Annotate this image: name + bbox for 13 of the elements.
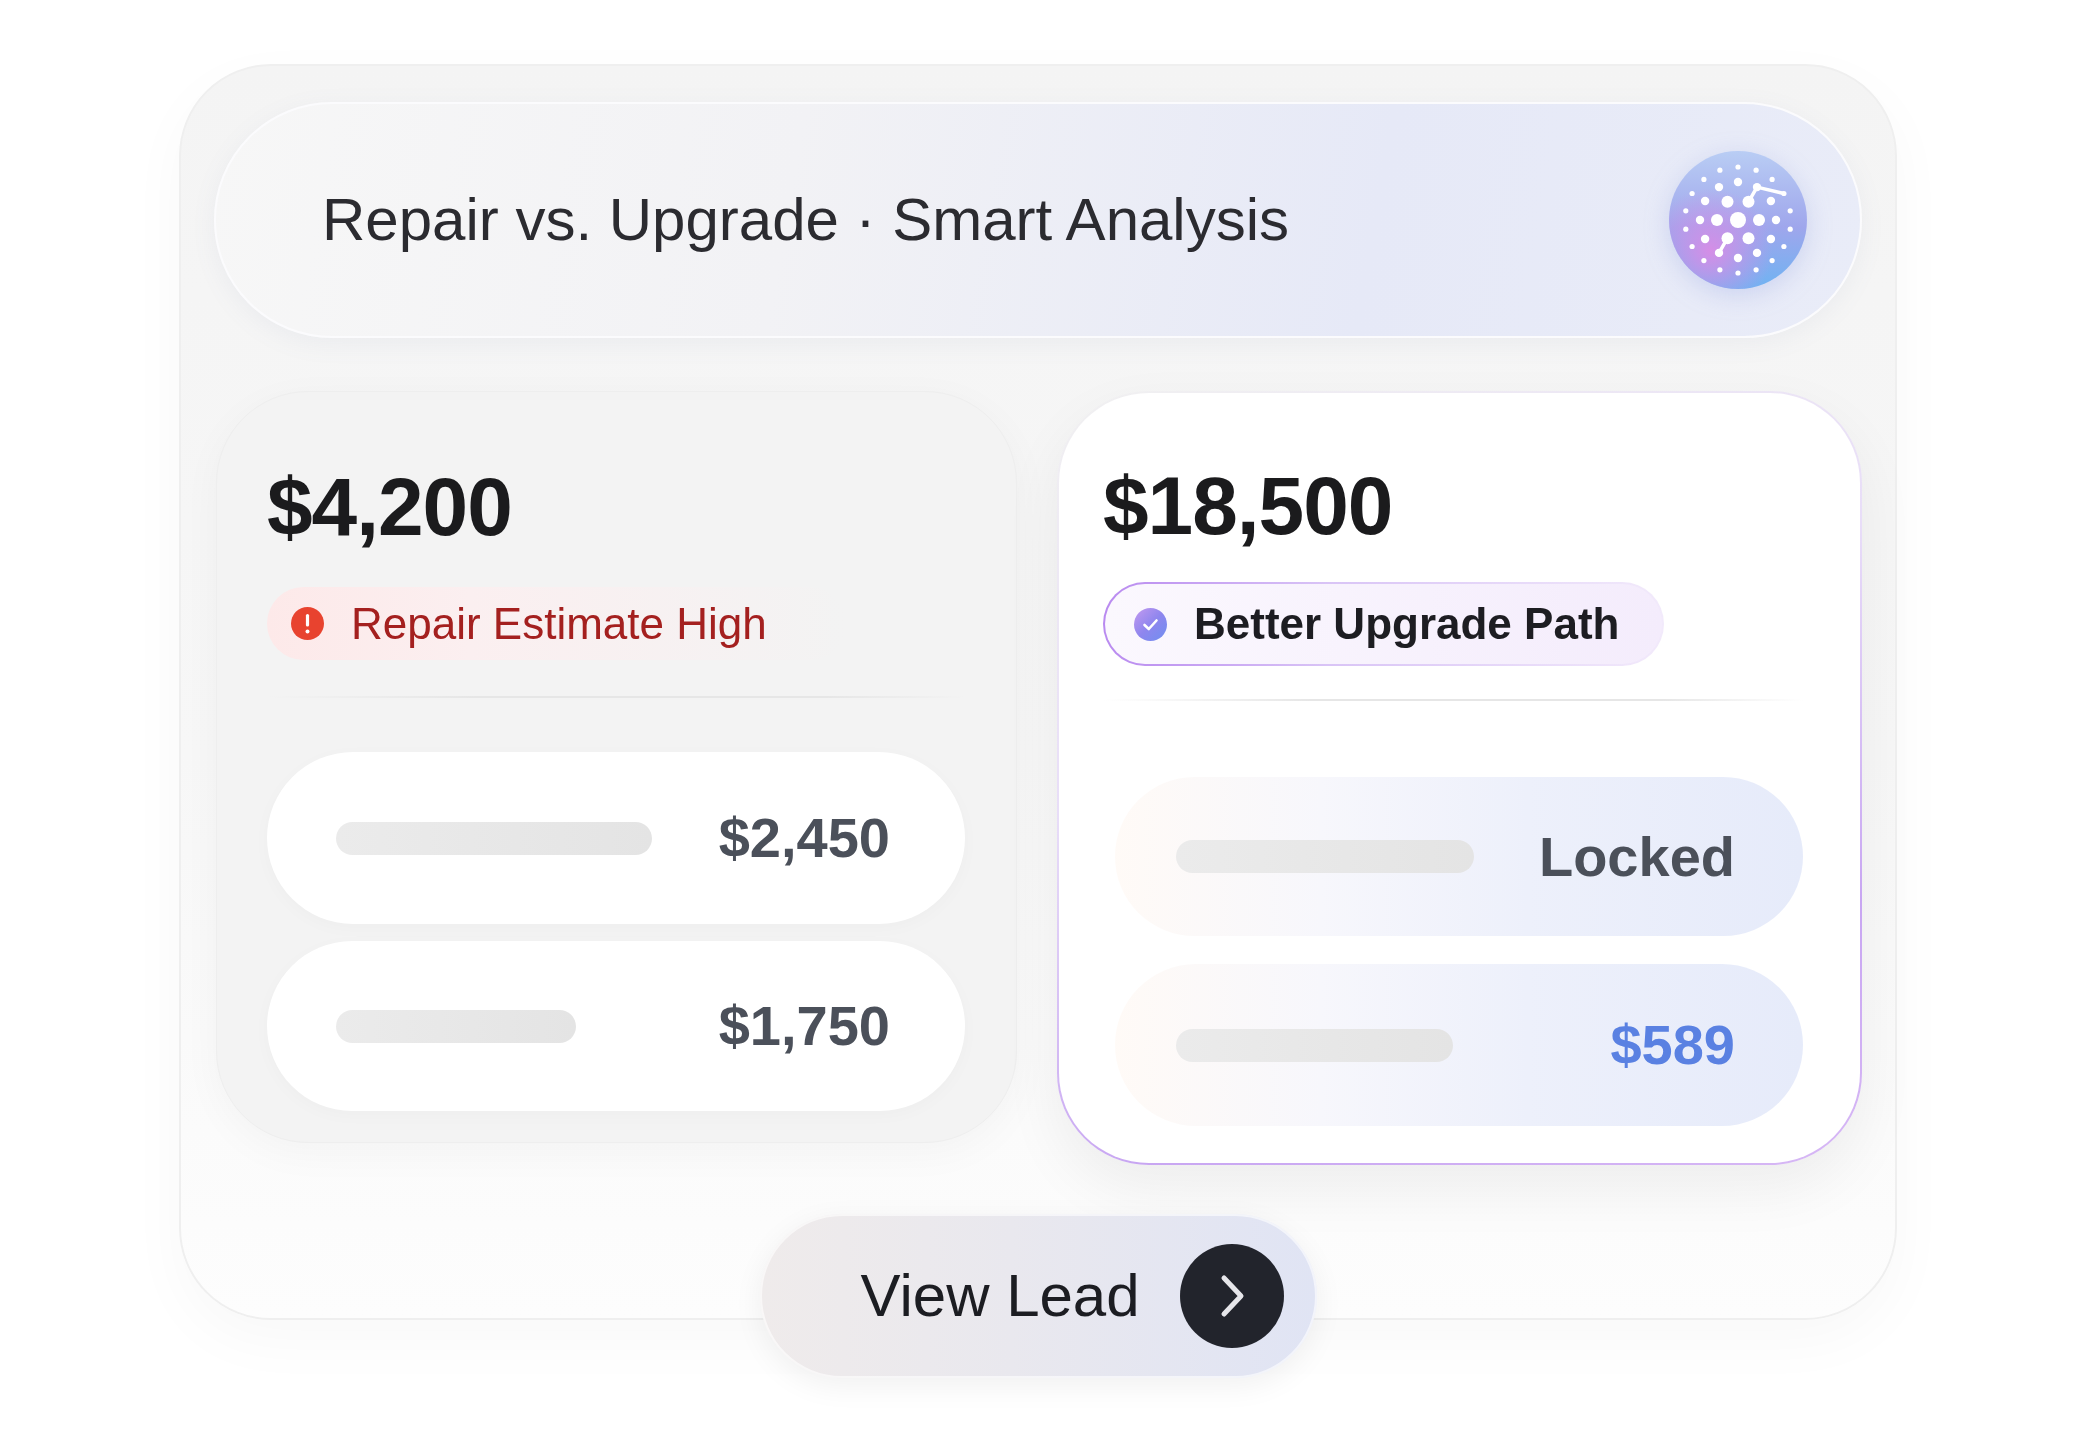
chevron-right-icon [1179, 1244, 1284, 1348]
status-text: Repair Estimate High [351, 601, 767, 646]
line-item-value: $2,450 [718, 810, 890, 866]
line-item-value: $1,750 [718, 998, 890, 1054]
check-icon [1134, 607, 1167, 641]
panel-title: Repair vs. Upgrade · Smart Analysis [322, 187, 1290, 253]
status-text: Better Upgrade Path [1194, 602, 1620, 646]
alert-icon [291, 607, 324, 640]
total-amount: $4,200 [267, 466, 513, 548]
total-amount: $18,500 [1103, 465, 1394, 547]
view-lead-button[interactable]: View Lead [759, 1214, 1317, 1378]
line-item-value: $589 [1610, 1017, 1735, 1073]
line-item-value: Locked [1538, 828, 1735, 885]
